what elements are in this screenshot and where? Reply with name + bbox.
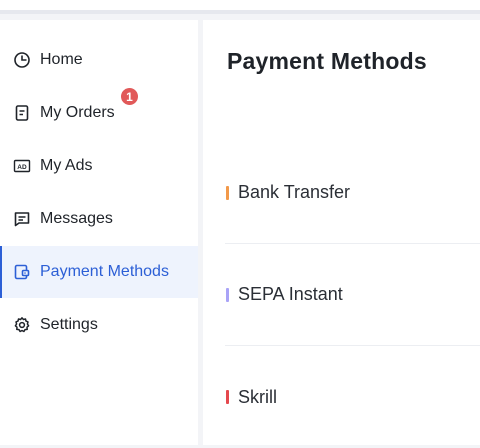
notification-badge: 1 <box>120 87 139 106</box>
top-bar <box>0 0 480 14</box>
payment-method-skrill[interactable]: Skrill <box>225 346 480 448</box>
method-name: Bank Transfer <box>238 182 351 202</box>
document-icon <box>13 104 31 122</box>
sidebar-item-settings[interactable]: Settings <box>0 299 198 351</box>
payment-method-sepa-instant[interactable]: SEPA Instant <box>225 244 480 346</box>
sidebar-item-payment-methods[interactable]: Payment Methods <box>0 246 198 298</box>
sidebar-item-label: Settings <box>40 316 98 333</box>
method-name: Skrill <box>238 386 277 407</box>
sidebar-item-label: Messages <box>40 210 113 227</box>
sidebar-item-label: My Ads <box>40 157 93 174</box>
method-color-indicator <box>226 185 229 200</box>
svg-text:AD: AD <box>17 164 27 171</box>
sidebar-item-label: Payment Methods <box>40 263 169 280</box>
message-icon <box>13 210 31 228</box>
gear-icon <box>13 316 31 334</box>
method-name: SEPA Instant <box>238 284 343 304</box>
payment-method-bank-transfer[interactable]: Bank Transfer <box>225 142 480 244</box>
main-content: Payment Methods Bank Transfer SEPA Insta… <box>203 20 480 445</box>
sidebar: Home My Orders 1 AD My Ads Messages Paym… <box>0 20 198 445</box>
method-color-indicator <box>226 287 229 302</box>
clock-pie-icon <box>13 51 31 69</box>
sidebar-item-my-orders[interactable]: My Orders 1 <box>0 87 198 139</box>
page-title: Payment Methods <box>227 48 427 74</box>
sidebar-item-label: Home <box>40 51 83 68</box>
sidebar-item-messages[interactable]: Messages <box>0 193 198 245</box>
sidebar-item-label: My Orders <box>40 104 115 121</box>
sidebar-item-my-ads[interactable]: AD My Ads <box>0 140 198 192</box>
wallet-icon <box>13 263 31 281</box>
ad-box-icon: AD <box>13 157 31 175</box>
method-color-indicator <box>226 390 229 404</box>
sidebar-item-home[interactable]: Home <box>0 34 198 86</box>
